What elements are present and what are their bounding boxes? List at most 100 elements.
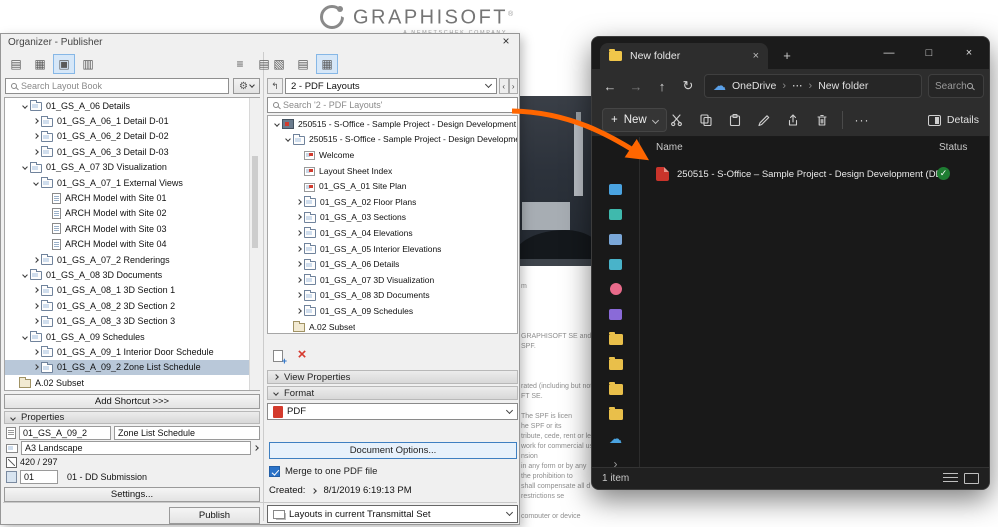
tree-item[interactable]: 01_GS_A_06 Details [5, 98, 259, 113]
tree-item[interactable]: 01_GS_A_09 Schedules [5, 329, 259, 344]
cut-icon[interactable] [664, 108, 690, 132]
tree-item[interactable]: 01_GS_A_06_1 Detail D-01 [5, 113, 259, 128]
settings-gear-button[interactable]: ⚙ [233, 78, 260, 94]
tree-item[interactable]: 01_GS_A_09 Schedules [268, 303, 517, 319]
navigator-icon[interactable]: ▧ [268, 54, 290, 74]
expander-icon[interactable] [293, 262, 304, 266]
tree-item[interactable]: Welcome [268, 147, 517, 163]
expander-icon[interactable] [282, 137, 293, 141]
expander-icon[interactable] [30, 119, 41, 123]
videos-icon[interactable] [609, 308, 622, 320]
expander-icon[interactable] [30, 304, 41, 308]
expander-icon[interactable] [293, 200, 304, 204]
folder-2-icon[interactable] [609, 358, 623, 370]
details-button[interactable]: Details [928, 108, 979, 132]
revision-id-field[interactable]: 01 [20, 470, 58, 484]
close-icon[interactable]: × [498, 35, 514, 49]
expander-icon[interactable] [30, 150, 41, 154]
properties-section-header[interactable]: Properties [4, 411, 260, 424]
tree-item[interactable]: 01_GS_A_07_2 Renderings [5, 252, 259, 267]
rename-icon[interactable] [751, 108, 777, 132]
view-properties-section-header[interactable]: View Properties [267, 370, 518, 384]
expander-icon[interactable] [19, 104, 30, 108]
tree-item[interactable]: ARCH Model with Site 04 [5, 237, 259, 252]
expander-icon[interactable] [293, 293, 304, 297]
merge-to-one-pdf-checkbox[interactable] [269, 466, 280, 477]
explorer-tab[interactable]: New folder × [600, 43, 768, 69]
tree-item[interactable]: 01_GS_A_08_3 3D Section 3 [5, 313, 259, 328]
item-id-field[interactable]: 01_GS_A_09_2 [19, 426, 111, 440]
new-tab-button[interactable]: + [778, 46, 796, 64]
tree-item[interactable]: 01_GS_A_08 3D Documents [268, 288, 517, 304]
paste-icon[interactable] [722, 108, 748, 132]
tree-item[interactable]: ARCH Model with Site 02 [5, 206, 259, 221]
address-bar[interactable]: ☁ OneDrive › ⋯ › New folder [704, 74, 922, 98]
expander-icon[interactable] [293, 231, 304, 235]
project-map-icon[interactable]: ▤ [292, 54, 314, 74]
explorer-search-input[interactable]: Search [928, 74, 984, 98]
chevron-right-icon[interactable] [253, 445, 259, 451]
add-shortcut-button[interactable]: Add Shortcut >>> [4, 394, 260, 409]
expander-icon[interactable] [30, 258, 41, 262]
breadcrumb-root[interactable]: OneDrive [732, 80, 776, 92]
jump-to-set-button[interactable]: ↰ [267, 78, 283, 94]
forward-button[interactable]: → [624, 74, 648, 98]
publisher-sets-icon[interactable]: ▦ [316, 54, 338, 74]
status-column-header[interactable]: Status [939, 142, 967, 153]
tree-item[interactable]: 01_GS_A_09_2 Zone List Schedule [5, 360, 259, 375]
tree-item[interactable]: 01_GS_A_03 Sections [268, 210, 517, 226]
expander-icon[interactable] [271, 122, 282, 126]
tree-item[interactable]: A.02 Subset [5, 375, 259, 390]
scrollbar[interactable] [249, 98, 260, 390]
tree-item[interactable]: ARCH Model with Site 01 [5, 190, 259, 205]
tree-item[interactable]: A.02 Subset [268, 319, 517, 334]
expander-icon[interactable] [30, 181, 41, 185]
next-set-button[interactable]: › [509, 78, 519, 94]
tree-item[interactable]: 01_GS_A_02 Floor Plans [268, 194, 517, 210]
tree-item[interactable]: Layout Sheet Index [268, 163, 517, 179]
more-options-button[interactable]: ··· [850, 113, 874, 127]
expander-icon[interactable] [293, 278, 304, 282]
tree-item[interactable]: 01_GS_A_06 Details [268, 256, 517, 272]
tree-item[interactable]: 01_GS_A_06_2 Detail D-02 [5, 129, 259, 144]
format-dropdown[interactable]: PDF [267, 403, 518, 420]
folder-1-icon[interactable] [609, 333, 623, 345]
folder-3-icon[interactable] [609, 383, 623, 395]
delete-icon[interactable] [809, 108, 835, 132]
prev-set-button[interactable]: ‹ [499, 78, 509, 94]
large-icons-view-icon[interactable] [964, 473, 979, 484]
expander-icon[interactable] [30, 288, 41, 292]
up-button[interactable]: ↑ [650, 74, 674, 98]
expander-icon[interactable] [30, 365, 41, 369]
refresh-button[interactable]: ↻ [676, 74, 700, 98]
tree-item[interactable]: 01_GS_A_07 3D Visualization [5, 160, 259, 175]
copy-icon[interactable] [693, 108, 719, 132]
tree-item[interactable]: 01_GS_A_01 Site Plan [268, 178, 517, 194]
breadcrumb-ellipsis[interactable]: ⋯ [792, 80, 803, 92]
expander-icon[interactable] [30, 134, 41, 138]
documents-icon[interactable] [609, 233, 622, 245]
minimize-button[interactable]: — [869, 37, 909, 69]
publisher-set-dropdown[interactable]: 2 - PDF Layouts [285, 78, 497, 94]
tree-item[interactable]: 01_GS_A_05 Interior Elevations [268, 241, 517, 257]
expander-icon[interactable] [30, 319, 41, 323]
layout-book-icon[interactable]: ▣ [53, 54, 75, 74]
menu-icon[interactable]: ≡ [229, 54, 251, 74]
layout-grid-icon[interactable]: ▦ [29, 54, 51, 74]
breadcrumb-current[interactable]: New folder [818, 80, 868, 92]
document-options-button[interactable]: Document Options... [269, 442, 517, 459]
expander-icon[interactable] [293, 309, 304, 313]
tree-item[interactable]: ARCH Model with Site 03 [5, 221, 259, 236]
settings-button[interactable]: Settings... [4, 487, 260, 502]
delete-item-button[interactable]: × [292, 346, 312, 364]
layout-format-field[interactable]: A3 Landscape [21, 441, 251, 455]
copy-settings-icon[interactable]: ▥ [77, 54, 99, 74]
file-row[interactable]: 250515 - S-Office – Sample Project - Des… [640, 163, 985, 185]
desktop-icon[interactable] [609, 183, 622, 195]
details-view-icon[interactable] [943, 473, 958, 484]
publish-button[interactable]: Publish [169, 507, 260, 524]
pictures-icon[interactable] [609, 258, 622, 270]
expander-icon[interactable] [30, 350, 41, 354]
format-section-header[interactable]: Format [267, 386, 518, 400]
expander-icon[interactable] [293, 247, 304, 251]
